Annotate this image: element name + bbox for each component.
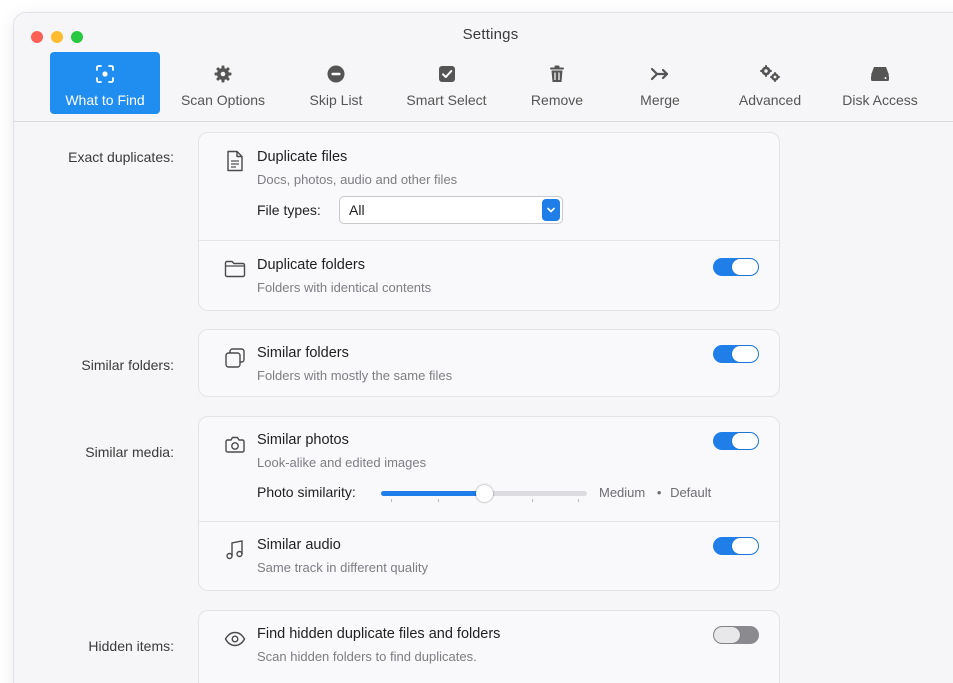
tab-scan-options[interactable]: Scan Options xyxy=(168,52,278,114)
duplicate-files-item: Duplicate files Docs, photos, audio and … xyxy=(199,133,779,240)
eye-icon xyxy=(223,627,247,651)
folder-icon xyxy=(223,257,247,281)
similar-folders-subtitle: Folders with mostly the same files xyxy=(257,368,453,383)
similar-photos-subtitle: Look-alike and edited images xyxy=(257,455,427,470)
camera-icon xyxy=(223,433,247,457)
toggle-knob xyxy=(732,538,758,554)
section-label-similar-folders: Similar folders: xyxy=(81,357,174,373)
photo-similarity-slider[interactable] xyxy=(381,485,587,502)
hidden-items-card: Find hidden duplicate files and folders … xyxy=(198,610,780,683)
similar-photos-toggle[interactable] xyxy=(713,432,759,450)
merge-arrow-icon xyxy=(648,62,672,86)
stacked-folders-icon xyxy=(223,346,247,370)
similar-folders-card: Similar folders Folders with mostly the … xyxy=(198,329,780,397)
titlebar: Settings What to Find Scan Options Skip … xyxy=(14,13,953,122)
tab-what-to-find[interactable]: What to Find xyxy=(50,52,160,114)
tab-label: Skip List xyxy=(309,92,363,108)
tab-label: What to Find xyxy=(65,92,145,108)
music-note-icon xyxy=(223,538,247,562)
tab-label: Disk Access xyxy=(842,92,918,108)
similar-photos-title: Similar photos xyxy=(257,432,349,448)
hidden-items-item: Find hidden duplicate files and folders … xyxy=(199,611,779,683)
similar-media-card: Similar photos Look-alike and edited ima… xyxy=(198,416,780,591)
tab-label: Remove xyxy=(530,92,584,108)
similar-audio-toggle[interactable] xyxy=(713,537,759,555)
section-label-similar-media: Similar media: xyxy=(85,444,174,460)
tab-merge[interactable]: Merge xyxy=(625,52,695,114)
chevron-down-icon[interactable] xyxy=(542,199,560,221)
exact-duplicates-card: Duplicate files Docs, photos, audio and … xyxy=(198,132,780,311)
file-types-select[interactable]: All xyxy=(339,196,563,224)
slider-knob[interactable] xyxy=(476,485,493,502)
slider-tick xyxy=(391,499,392,502)
similar-folders-item: Similar folders Folders with mostly the … xyxy=(199,330,779,396)
tab-label: Advanced xyxy=(738,92,802,108)
hidden-items-toggle[interactable] xyxy=(713,626,759,644)
tab-disk-access[interactable]: Disk Access xyxy=(830,52,930,114)
slider-fill xyxy=(381,491,484,496)
toggle-knob xyxy=(714,627,740,643)
toggle-knob xyxy=(732,433,758,449)
tab-label: Merge xyxy=(640,92,680,108)
section-label-exact-duplicates: Exact duplicates: xyxy=(68,149,174,165)
duplicate-folders-subtitle: Folders with identical contents xyxy=(257,280,432,295)
duplicate-folders-item: Duplicate folders Folders with identical… xyxy=(199,241,779,310)
similar-folders-title: Similar folders xyxy=(257,345,349,361)
hidden-items-title: Find hidden duplicate files and folders xyxy=(257,626,501,642)
window-title: Settings xyxy=(462,26,519,43)
gear-icon xyxy=(211,62,235,86)
disk-icon xyxy=(868,62,892,86)
similarity-default-text: Default xyxy=(670,485,712,500)
document-icon xyxy=(223,149,247,173)
slider-tick xyxy=(532,499,533,502)
target-icon xyxy=(93,62,117,86)
settings-window: Settings What to Find Scan Options Skip … xyxy=(14,13,953,683)
slider-tick xyxy=(438,499,439,502)
hidden-items-subtitle: Scan hidden folders to find duplicates. xyxy=(257,649,477,664)
tab-smart-select[interactable]: Smart Select xyxy=(394,52,499,114)
tab-label: Scan Options xyxy=(180,92,266,108)
similar-folders-toggle[interactable] xyxy=(713,345,759,363)
photo-similarity-label: Photo similarity: xyxy=(257,484,356,500)
tab-label: Smart Select xyxy=(406,92,487,108)
tab-skip-list[interactable]: Skip List xyxy=(291,52,381,114)
settings-content: Exact duplicates: Duplicate files Docs, … xyxy=(14,122,953,683)
similar-audio-subtitle: Same track in different quality xyxy=(257,560,429,575)
file-types-label: File types: xyxy=(257,202,321,218)
trash-icon xyxy=(545,62,569,86)
similarity-level-text: Medium xyxy=(599,485,646,500)
tab-remove[interactable]: Remove xyxy=(517,52,597,114)
duplicate-files-title: Duplicate files xyxy=(257,149,348,165)
tab-advanced[interactable]: Advanced xyxy=(730,52,810,114)
file-types-value: All xyxy=(349,202,365,218)
duplicate-folders-title: Duplicate folders xyxy=(257,257,365,273)
duplicate-files-subtitle: Docs, photos, audio and other files xyxy=(257,172,458,187)
toggle-knob xyxy=(732,346,758,362)
minus-circle-icon xyxy=(324,62,348,86)
checkbox-icon xyxy=(435,62,459,86)
similar-audio-title: Similar audio xyxy=(257,537,341,553)
photo-similarity-value: Medium • Default xyxy=(599,485,711,500)
bullet-separator: • xyxy=(656,485,662,500)
similar-photos-item: Similar photos Look-alike and edited ima… xyxy=(199,417,779,521)
duplicate-folders-toggle[interactable] xyxy=(713,258,759,276)
similar-audio-item: Similar audio Same track in different qu… xyxy=(199,522,779,590)
gears-icon xyxy=(758,62,782,86)
slider-tick xyxy=(578,499,579,502)
section-label-hidden-items: Hidden items: xyxy=(88,638,174,654)
toggle-knob xyxy=(732,259,758,275)
